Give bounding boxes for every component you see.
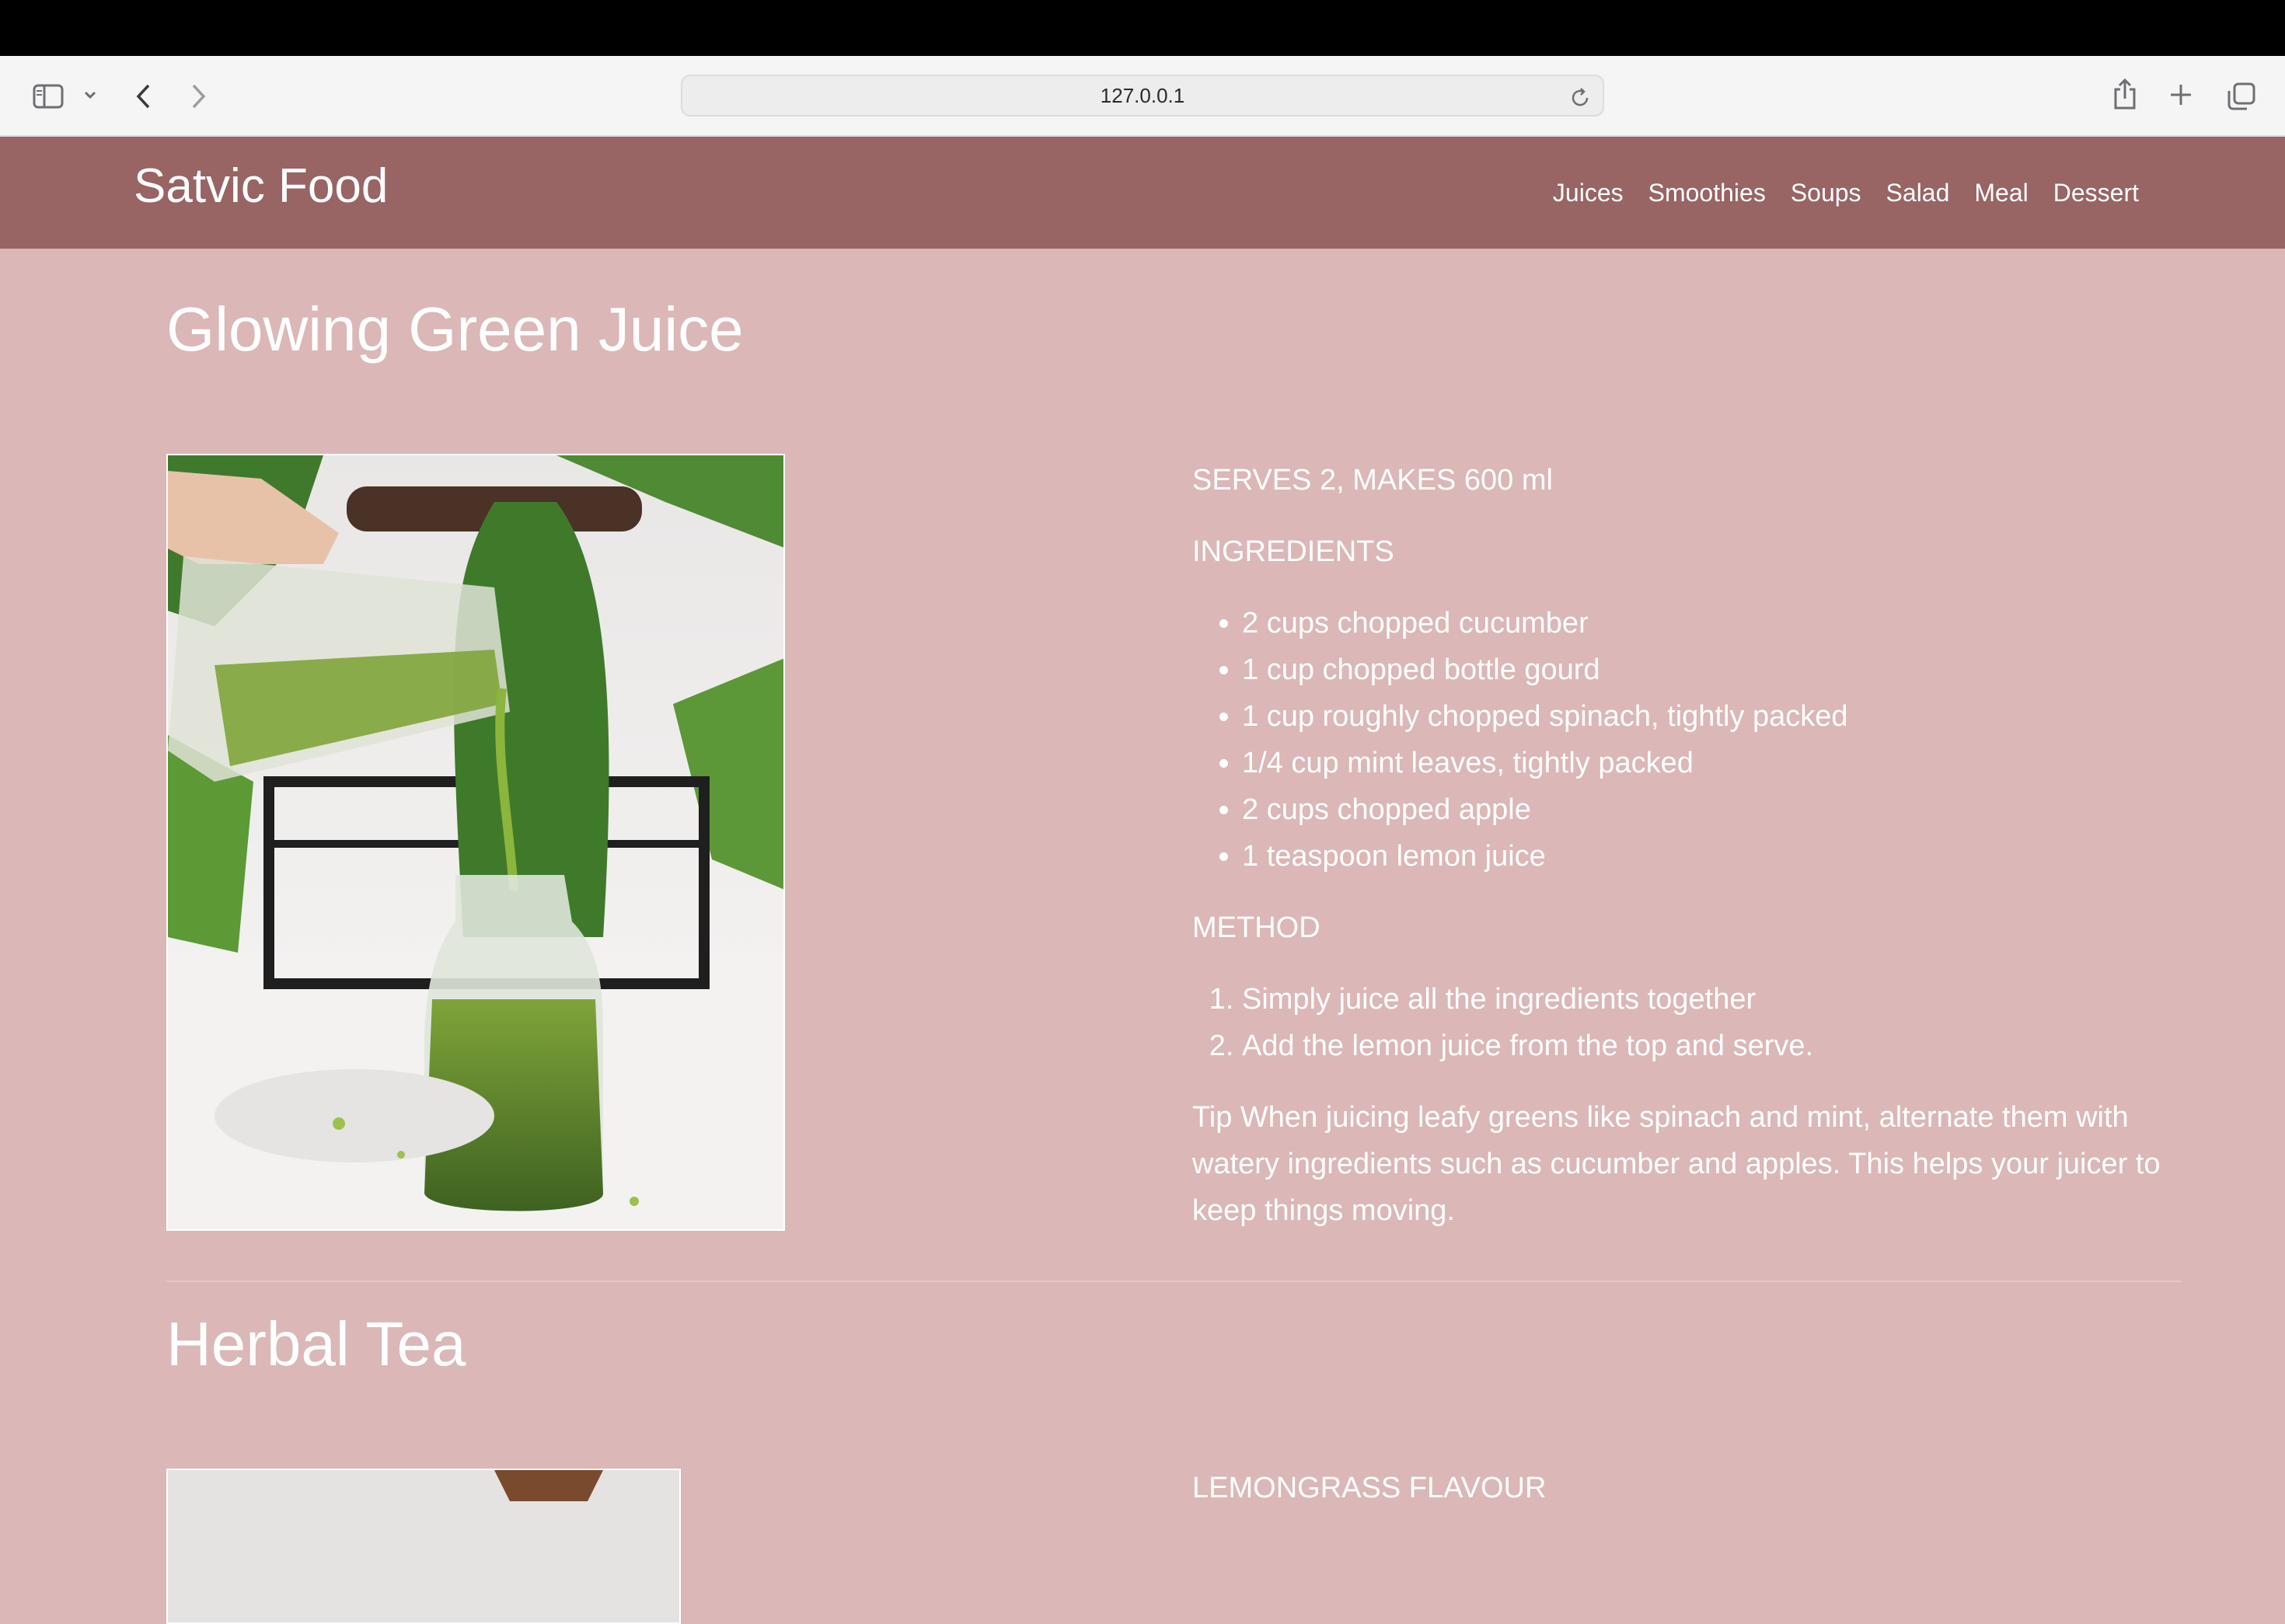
ingredients-list: 2 cups chopped cucumber 1 cup chopped bo… xyxy=(1242,600,2181,880)
chevron-down-icon[interactable] xyxy=(81,85,99,104)
tabs-icon[interactable] xyxy=(2224,79,2259,113)
green-juice-photo xyxy=(166,454,785,1231)
site-navbar: Satvic Food Juices Smoothies Soups Salad… xyxy=(0,137,2285,249)
plus-icon[interactable] xyxy=(2165,79,2196,110)
nav-link-juices[interactable]: Juices xyxy=(1553,179,1624,207)
address-bar[interactable]: 127.0.0.1 xyxy=(681,75,1604,117)
section-divider xyxy=(166,1281,2181,1282)
list-item: 2 cups chopped cucumber xyxy=(1242,600,2181,646)
method-heading: METHOD xyxy=(1192,911,1320,944)
recipe-details: SERVES 2, MAKES 600 ml INGREDIENTS 2 cup… xyxy=(1192,457,2181,1234)
list-item: Add the lemon juice from the top and ser… xyxy=(1242,1023,2181,1069)
nav-link-smoothies[interactable]: Smoothies xyxy=(1648,179,1766,207)
nav-link-meal[interactable]: Meal xyxy=(1974,179,2028,207)
sidebar-icon[interactable] xyxy=(31,79,65,113)
recipe-title: Glowing Green Juice xyxy=(166,294,744,364)
method-list: Simply juice all the ingredients togethe… xyxy=(1242,976,2181,1069)
share-icon[interactable] xyxy=(2109,75,2140,113)
tea-subtitle: LEMONGRASS FLAVOUR xyxy=(1192,1472,1547,1504)
ingredients-heading: INGREDIENTS xyxy=(1192,535,1394,568)
list-item: 1 teaspoon lemon juice xyxy=(1242,833,2181,880)
browser-toolbar: 127.0.0.1 xyxy=(0,56,2285,137)
nav-links: Juices Smoothies Soups Salad Meal Desser… xyxy=(1553,179,2139,207)
list-item: Simply juice all the ingredients togethe… xyxy=(1242,976,2181,1023)
url-text: 127.0.0.1 xyxy=(1100,83,1185,107)
herbal-tea-photo xyxy=(166,1469,681,1624)
recipe-title: Herbal Tea xyxy=(166,1309,466,1378)
list-item: 1 cup chopped bottle gourd xyxy=(1242,646,2181,693)
forward-icon[interactable] xyxy=(183,79,215,113)
list-item: 2 cups chopped apple xyxy=(1242,786,2181,833)
nav-link-soups[interactable]: Soups xyxy=(1791,179,1861,207)
list-item: 1/4 cup mint leaves, tightly packed xyxy=(1242,740,2181,786)
list-item: 1 cup roughly chopped spinach, tightly p… xyxy=(1242,693,2181,740)
site-brand[interactable]: Satvic Food xyxy=(134,159,388,214)
back-icon[interactable] xyxy=(127,79,159,113)
nav-link-dessert[interactable]: Dessert xyxy=(2053,179,2139,207)
macos-menu-bar xyxy=(0,0,2285,56)
serves-text: SERVES 2, MAKES 600 ml xyxy=(1192,464,1553,497)
nav-link-salad[interactable]: Salad xyxy=(1886,179,1950,207)
tip-text: Tip When juicing leafy greens like spina… xyxy=(1192,1101,2161,1227)
reload-icon[interactable] xyxy=(1568,85,1592,109)
